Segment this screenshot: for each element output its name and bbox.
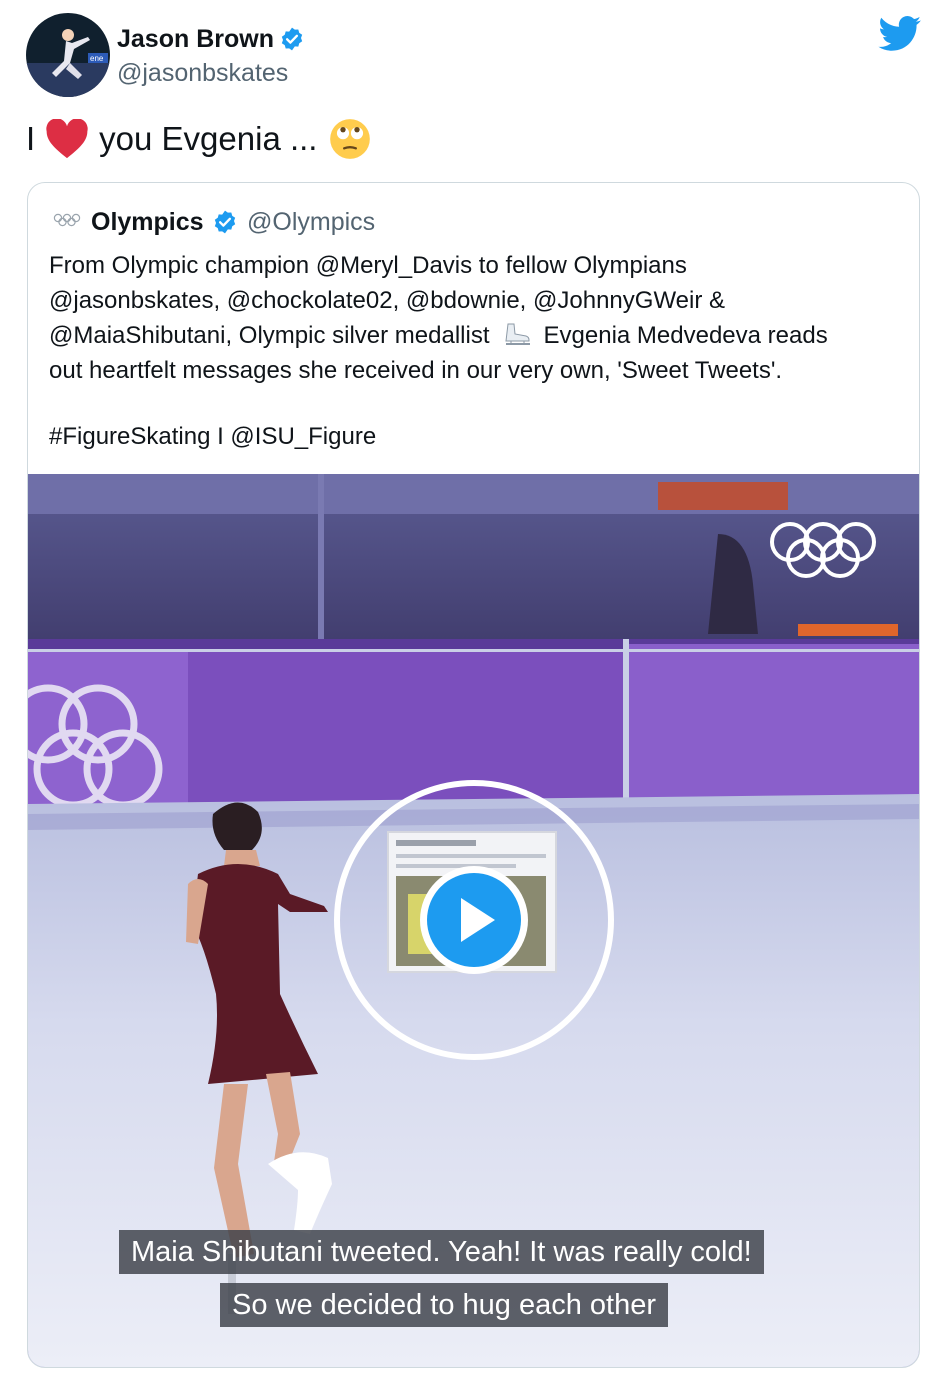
avatar-badge-text: ene	[90, 54, 104, 63]
quoted-body-line: @jasonbskates, @chockolate02, @bdownie, …	[49, 287, 726, 314]
video-caption-line-1: Maia Shibutani tweeted. Yeah! It was rea…	[119, 1230, 764, 1274]
video-caption-line-2: So we decided to hug each other	[220, 1283, 669, 1327]
tweet-text-end: you Evgenia ...	[99, 120, 318, 157]
quoted-tweet-card[interactable]: Olympics @Olympics From Olympic champion…	[27, 182, 920, 1368]
quoted-hashtags[interactable]: #FigureSkating I @ISU_Figure	[49, 419, 376, 454]
verified-badge-icon	[212, 209, 238, 235]
quoted-body-line-3a: @MaiaShibutani, Olympic silver medallist	[49, 322, 490, 349]
tweet-text: I you Evgenia ...	[26, 116, 371, 162]
tweet-text-start: I	[26, 120, 36, 157]
quoted-author-handle[interactable]: @Olympics	[247, 207, 375, 237]
verified-badge-icon	[279, 26, 305, 52]
play-icon[interactable]	[419, 865, 529, 975]
olympic-rings-icon	[53, 213, 81, 227]
quoted-author-name[interactable]: Olympics	[91, 207, 204, 237]
quoted-body-line-3b: Evgenia Medvedeva reads	[543, 322, 828, 349]
quoted-body-line: @MaiaShibutani, Olympic silver medallist…	[49, 318, 899, 353]
quoted-tweet-body: From Olympic champion @Meryl_Davis to fe…	[49, 248, 899, 388]
red-heart-icon	[45, 118, 89, 159]
author-handle[interactable]: @jasonbskates	[117, 58, 288, 88]
face-with-rolling-eyes-icon	[329, 118, 371, 160]
author-name[interactable]: Jason Brown	[117, 24, 274, 54]
ice-skate-icon	[502, 322, 532, 348]
author-avatar[interactable]: ene	[26, 13, 110, 97]
quoted-body-line: out heartfelt messages she received in o…	[49, 357, 783, 384]
quoted-body-line: From Olympic champion @Meryl_Davis to fe…	[49, 252, 687, 279]
twitter-bird-icon[interactable]	[878, 16, 922, 52]
video-player[interactable]: Maia Shibutani tweeted. Yeah! It was rea…	[28, 474, 919, 1367]
